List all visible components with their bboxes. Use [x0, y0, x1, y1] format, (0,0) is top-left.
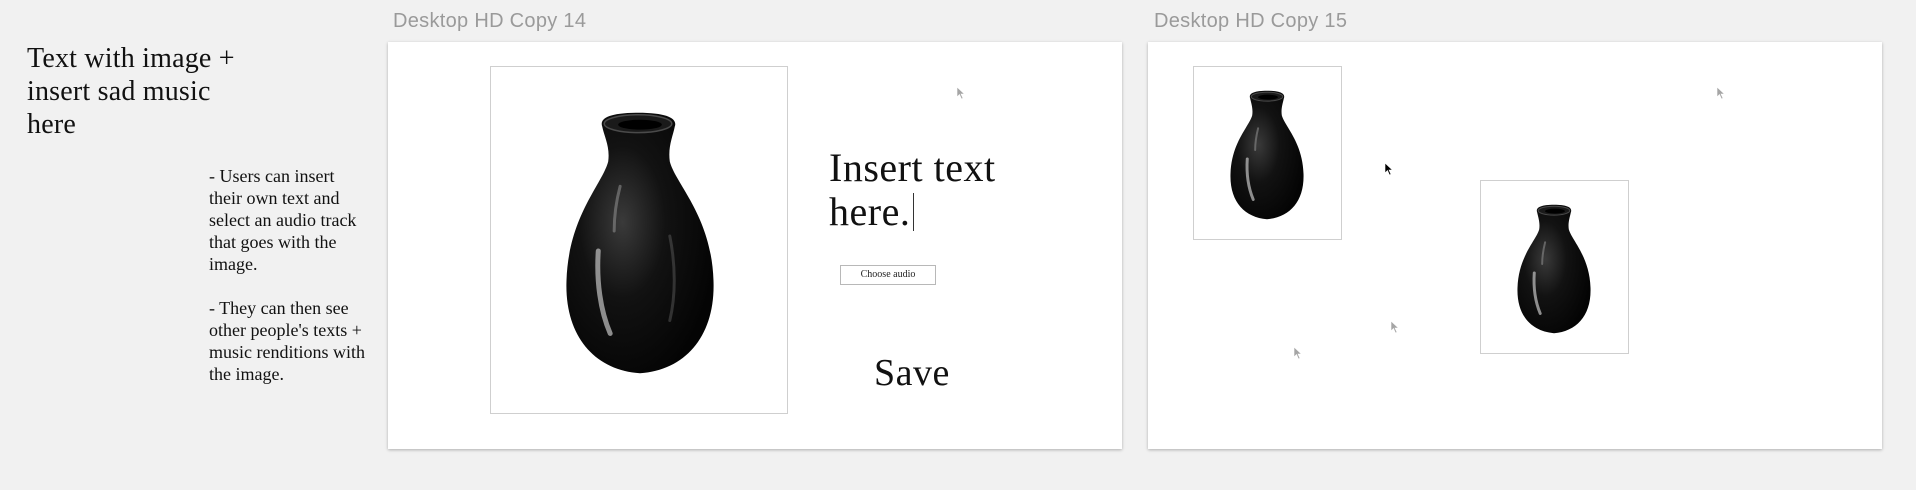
- note-bullet: - Users can insert their own text and se…: [209, 166, 357, 274]
- artboard-desktop-hd-copy-15[interactable]: [1148, 42, 1882, 449]
- note-bullets: - Users can insert their own text and se…: [209, 165, 369, 407]
- cursor-pointer-icon: [1716, 86, 1726, 100]
- vase-image-frame: [1193, 66, 1342, 240]
- insert-text-value: Insert text here.: [829, 145, 996, 234]
- cursor-pointer-icon: [1390, 320, 1400, 334]
- artboard-label[interactable]: Desktop HD Copy 14: [393, 10, 586, 33]
- artboard-desktop-hd-copy-14[interactable]: Insert text here. Choose audio Save: [388, 42, 1122, 449]
- cursor-pointer-icon: [1384, 162, 1394, 176]
- note-bullet: - They can then see other people's texts…: [209, 298, 365, 384]
- artboard-label[interactable]: Desktop HD Copy 15: [1154, 10, 1347, 33]
- save-button[interactable]: Save: [874, 352, 950, 394]
- vase-image-frame: [1480, 180, 1629, 354]
- vase-image: [566, 112, 714, 374]
- text-caret: [913, 193, 915, 231]
- vase-image: [1230, 90, 1304, 220]
- choose-audio-button[interactable]: Choose audio: [840, 265, 936, 285]
- cursor-pointer-icon: [1293, 346, 1303, 360]
- note-title: Text with image + insert sad music here: [27, 43, 235, 140]
- insert-text-field[interactable]: Insert text here.: [829, 146, 1069, 234]
- vase-image: [1517, 204, 1591, 334]
- vase-image-frame: [490, 66, 788, 414]
- cursor-pointer-icon: [956, 86, 966, 100]
